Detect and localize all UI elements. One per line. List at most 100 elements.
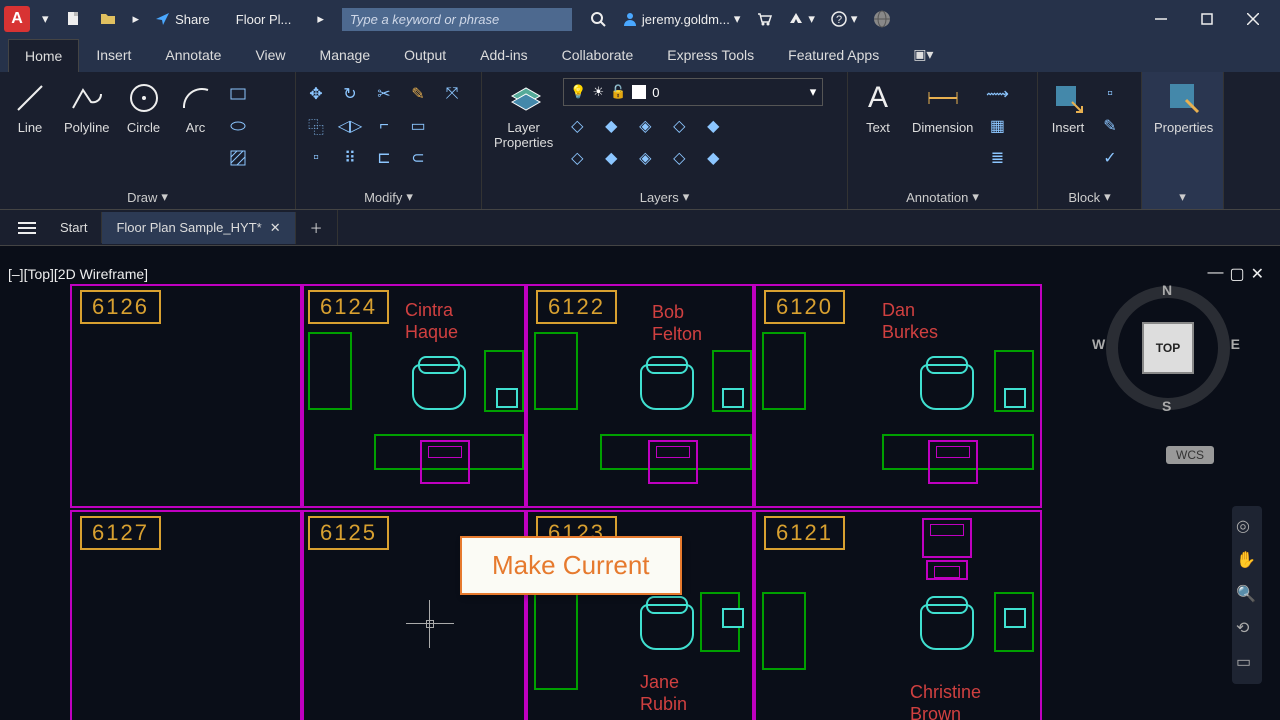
tool-ellipse[interactable] [224,112,252,140]
layer-state-icon[interactable]: ◈ [631,144,659,172]
tab-output[interactable]: Output [387,38,463,72]
nav-orbit-icon[interactable]: ⟲ [1236,618,1258,640]
tool-attribute[interactable]: ✓ [1096,144,1124,172]
maximize-button[interactable] [1184,0,1230,38]
layer-freeze-icon[interactable]: ◆ [597,112,625,140]
tool-leader[interactable]: ⟿ [983,80,1011,108]
viewport-minimize-icon[interactable]: — [1207,264,1223,284]
tab-view[interactable]: View [238,38,302,72]
tool-hatch[interactable] [224,144,252,172]
nav-wheel-icon[interactable]: ◎ [1236,516,1258,538]
account-button[interactable]: jeremy.goldm...▾ [614,7,748,31]
computer-icon [722,388,744,408]
cabinet [928,440,978,484]
globe-icon[interactable] [865,6,899,32]
tool-mirror[interactable]: ◁▷ [336,112,364,140]
tab-collaborate[interactable]: Collaborate [545,38,651,72]
tool-insert-block[interactable]: Insert [1044,76,1092,139]
viewcube-face[interactable]: TOP [1142,322,1194,374]
document-title[interactable]: Floor Pl... [228,8,300,31]
tab-focus-icon[interactable]: ▣▾ [896,37,950,72]
autodesk-app-icon[interactable]: ▾ [780,7,823,31]
help-icon[interactable]: ?▾ [823,7,866,31]
tool-rotate[interactable]: ↻ [336,80,364,108]
layer-previous-icon[interactable]: ◆ [597,144,625,172]
new-tab-button[interactable]: ＋ [296,210,338,245]
viewcube[interactable]: TOP N E S W [1106,286,1230,410]
layer-isolate-icon[interactable]: ◇ [665,112,693,140]
tool-stretch[interactable]: ▭ [404,112,432,140]
tab-home[interactable]: Home [8,39,79,72]
drawing-menu-icon[interactable] [8,213,46,243]
tool-erase[interactable]: ✎ [404,80,432,108]
cart-icon[interactable] [748,7,780,31]
tool-arc[interactable]: Arc [172,76,220,139]
share-button[interactable]: Share [147,7,218,31]
app-menu-dropdown[interactable]: ▾ [34,7,57,31]
tool-array[interactable]: ⠿ [336,144,364,172]
tool-trim[interactable]: ✂ [370,80,398,108]
tool-fillet[interactable]: ⌐ [370,112,398,140]
panel-block: Insert ▫ ✎ ✓ Block ▾ [1038,72,1142,209]
new-file-icon[interactable] [57,6,91,32]
viewport-label[interactable]: [–][Top][2D Wireframe] [8,266,148,282]
tool-edit-block[interactable]: ✎ [1096,112,1124,140]
tool-dimension[interactable]: Dimension [906,76,979,139]
tool-subtract[interactable]: ⊂ [404,144,432,172]
compass-n[interactable]: N [1162,282,1172,298]
tool-polyline[interactable]: Polyline [58,76,116,139]
doc-tab-start[interactable]: Start [46,212,102,243]
tool-scale[interactable]: ▫ [302,144,330,172]
compass-w[interactable]: W [1092,336,1105,352]
layer-color-swatch [632,85,646,99]
tool-layer-properties[interactable]: Layer Properties [488,76,559,154]
minimize-button[interactable] [1138,0,1184,38]
search-input[interactable] [342,8,572,31]
tab-express-tools[interactable]: Express Tools [650,38,771,72]
tool-rectangle[interactable] [224,80,252,108]
tool-text[interactable]: A Text [854,76,902,139]
open-file-icon[interactable] [91,6,125,32]
tool-move[interactable]: ✥ [302,80,330,108]
close-button[interactable] [1230,0,1276,38]
tool-line[interactable]: Line [6,76,54,139]
tool-properties[interactable]: Properties [1148,76,1219,139]
ribbon-tabs: Home Insert Annotate View Manage Output … [0,38,1280,72]
tab-addins[interactable]: Add-ins [463,38,544,72]
search-icon[interactable] [582,7,614,31]
wcs-badge[interactable]: WCS [1166,446,1214,464]
tab-featured-apps[interactable]: Featured Apps [771,38,896,72]
layer-selector[interactable]: 💡 ☀ 🔓 0 ▾ [563,78,823,106]
viewport-close-icon[interactable]: ✕ [1251,264,1264,284]
layer-lock-tool-icon[interactable]: ◈ [631,112,659,140]
nav-showmotion-icon[interactable]: ▭ [1236,652,1258,674]
room-number: 6121 [764,516,845,550]
tool-offset[interactable]: ⊏ [370,144,398,172]
layer-merge-icon[interactable]: ◆ [699,112,727,140]
drawing-canvas[interactable]: [–][Top][2D Wireframe] 6126 6124 Cintra … [0,246,1280,720]
tab-annotate[interactable]: Annotate [148,38,238,72]
nav-pan-icon[interactable]: ✋ [1236,550,1258,572]
viewport-maximize-icon[interactable]: ▢ [1229,264,1244,284]
tab-manage[interactable]: Manage [303,38,388,72]
doc-dropdown-icon[interactable]: ▸ [309,7,332,31]
layer-off-icon[interactable]: ◇ [563,112,591,140]
compass-s[interactable]: S [1162,398,1171,414]
layer-walk-icon[interactable]: ◆ [699,144,727,172]
tool-circle[interactable]: Circle [120,76,168,139]
nav-zoom-icon[interactable]: 🔍 [1236,584,1258,606]
doc-tab-active[interactable]: Floor Plan Sample_HYT* ✕ [102,212,295,244]
tool-mtext[interactable]: ≣ [983,144,1011,172]
close-tab-icon[interactable]: ✕ [270,220,281,236]
tool-create-block[interactable]: ▫ [1096,80,1124,108]
compass-e[interactable]: E [1231,336,1240,352]
tab-insert[interactable]: Insert [79,38,148,72]
qat-more-icon[interactable]: ▸ [125,7,148,31]
tool-copy[interactable]: ⿻ [302,112,330,140]
app-logo[interactable]: A [4,6,30,32]
user-icon [622,11,638,27]
tool-explode[interactable]: ⤧ [438,80,466,108]
tool-table[interactable]: ▦ [983,112,1011,140]
layer-match-icon[interactable]: ◇ [563,144,591,172]
layer-change-icon[interactable]: ◇ [665,144,693,172]
